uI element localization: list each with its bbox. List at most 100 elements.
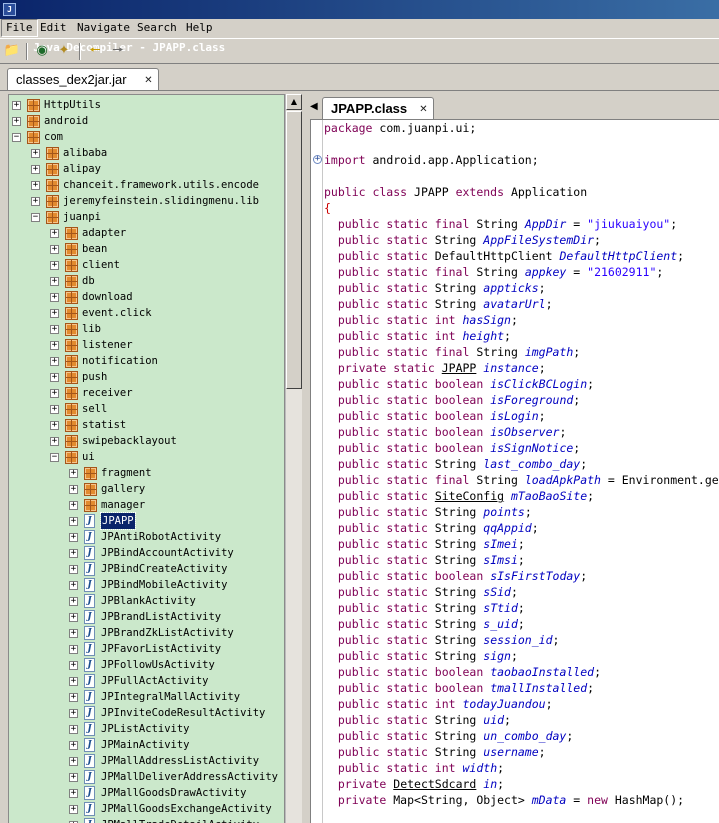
- tree-row[interactable]: + fragment: [9, 465, 284, 481]
- expand-icon[interactable]: +: [12, 117, 21, 126]
- tree-row[interactable]: + bean: [9, 241, 284, 257]
- tree-row[interactable]: + J JPBrandZkListActivity: [9, 625, 284, 641]
- tree-row[interactable]: + J JPBindMobileActivity: [9, 577, 284, 593]
- collapse-icon[interactable]: −: [50, 453, 59, 462]
- tree-row[interactable]: + J JPMallDeliverAddressActivity: [9, 769, 284, 785]
- expand-icon[interactable]: +: [69, 597, 78, 606]
- tree-row[interactable]: + gallery: [9, 481, 284, 497]
- tree-row[interactable]: + lib: [9, 321, 284, 337]
- expand-icon[interactable]: +: [50, 405, 59, 414]
- expand-icon[interactable]: +: [69, 517, 78, 526]
- tab-classes-dex2jar[interactable]: classes_dex2jar.jar ✕: [7, 68, 159, 90]
- expand-icon[interactable]: +: [50, 229, 59, 238]
- expand-icon[interactable]: +: [50, 357, 59, 366]
- expand-icon[interactable]: +: [69, 485, 78, 494]
- tree-row[interactable]: + HttpUtils: [9, 97, 284, 113]
- expand-icon[interactable]: +: [31, 149, 40, 158]
- tree-row[interactable]: − ui: [9, 449, 284, 465]
- expand-icon[interactable]: +: [31, 197, 40, 206]
- open-folder-icon[interactable]: 📁: [3, 43, 21, 59]
- tree-row[interactable]: + android: [9, 113, 284, 129]
- expand-icon[interactable]: +: [31, 181, 40, 190]
- tree-row[interactable]: + J JPBrandListActivity: [9, 609, 284, 625]
- expand-icon[interactable]: +: [50, 277, 59, 286]
- expand-icon[interactable]: +: [69, 645, 78, 654]
- tree-row[interactable]: + jeremyfeinstein.slidingmenu.lib: [9, 193, 284, 209]
- tree-row[interactable]: + manager: [9, 497, 284, 513]
- tree-row[interactable]: + J JPMallAddressListActivity: [9, 753, 284, 769]
- tree-row[interactable]: + J JPMallGoodsExchangeActivity: [9, 801, 284, 817]
- fold-expand-icon[interactable]: +: [313, 155, 322, 164]
- tree-row[interactable]: + statist: [9, 417, 284, 433]
- expand-icon[interactable]: +: [69, 805, 78, 814]
- expand-icon[interactable]: +: [69, 773, 78, 782]
- close-icon[interactable]: ✕: [143, 75, 154, 86]
- back-arrow-icon[interactable]: 🠔: [86, 43, 104, 59]
- expand-icon[interactable]: +: [50, 309, 59, 318]
- tree-row[interactable]: + J JPInviteCodeResultActivity: [9, 705, 284, 721]
- tree-row[interactable]: + notification: [9, 353, 284, 369]
- tree-row[interactable]: + adapter: [9, 225, 284, 241]
- tree-row[interactable]: + J JPBindCreateActivity: [9, 561, 284, 577]
- tree-row[interactable]: − juanpi: [9, 209, 284, 225]
- expand-icon[interactable]: +: [50, 437, 59, 446]
- expand-icon[interactable]: +: [69, 613, 78, 622]
- tree-row[interactable]: + J JPBindAccountActivity: [9, 545, 284, 561]
- expand-icon[interactable]: +: [50, 373, 59, 382]
- expand-icon[interactable]: +: [69, 725, 78, 734]
- expand-icon[interactable]: +: [50, 389, 59, 398]
- tab-jpapp-class[interactable]: JPAPP.class ✕: [322, 97, 434, 119]
- expand-icon[interactable]: +: [69, 693, 78, 702]
- expand-icon[interactable]: +: [50, 261, 59, 270]
- expand-icon[interactable]: +: [69, 501, 78, 510]
- expand-icon[interactable]: +: [50, 421, 59, 430]
- collapse-icon[interactable]: −: [12, 133, 21, 142]
- tree-row[interactable]: + J JPIntegralMallActivity: [9, 689, 284, 705]
- menu-navigate[interactable]: Navigate: [73, 19, 134, 37]
- forward-arrow-icon[interactable]: 🠖: [109, 43, 127, 59]
- expand-icon[interactable]: +: [69, 581, 78, 590]
- expand-icon[interactable]: +: [50, 245, 59, 254]
- tree-row[interactable]: + J JPMallGoodsDrawActivity: [9, 785, 284, 801]
- tree-row[interactable]: + receiver: [9, 385, 284, 401]
- tree-row[interactable]: + alibaba: [9, 145, 284, 161]
- source-code-view[interactable]: + package com.juanpi.ui; import android.…: [310, 119, 719, 823]
- menu-search[interactable]: Search: [133, 19, 181, 37]
- tree-row[interactable]: + J JPFullActActivity: [9, 673, 284, 689]
- expand-icon[interactable]: +: [31, 165, 40, 174]
- open-type-icon[interactable]: ◉: [33, 43, 51, 59]
- expand-icon[interactable]: +: [69, 661, 78, 670]
- tab-list-arrow-icon[interactable]: ◀: [310, 101, 318, 112]
- tree-row[interactable]: + J JPBlankActivity: [9, 593, 284, 609]
- tree-row[interactable]: + alipay: [9, 161, 284, 177]
- expand-icon[interactable]: +: [69, 741, 78, 750]
- expand-icon[interactable]: +: [50, 341, 59, 350]
- expand-icon[interactable]: +: [69, 629, 78, 638]
- scroll-thumb[interactable]: [286, 111, 302, 389]
- expand-icon[interactable]: +: [69, 549, 78, 558]
- tree-row[interactable]: + J JPMainActivity: [9, 737, 284, 753]
- tree-row[interactable]: + J JPListActivity: [9, 721, 284, 737]
- menu-help[interactable]: Help: [182, 19, 217, 37]
- wand-icon[interactable]: ✦: [55, 43, 73, 59]
- tree-row[interactable]: + J JPFavorListActivity: [9, 641, 284, 657]
- tree-row[interactable]: + push: [9, 369, 284, 385]
- expand-icon[interactable]: +: [69, 469, 78, 478]
- expand-icon[interactable]: +: [69, 757, 78, 766]
- scroll-up-icon[interactable]: ▲: [286, 94, 302, 110]
- tree-row[interactable]: + J JPAPP: [9, 512, 284, 530]
- tree-vertical-scrollbar[interactable]: ▲: [285, 94, 302, 823]
- expand-icon[interactable]: +: [69, 709, 78, 718]
- tree-row[interactable]: + client: [9, 257, 284, 273]
- tree-row[interactable]: + sell: [9, 401, 284, 417]
- expand-icon[interactable]: +: [69, 677, 78, 686]
- collapse-icon[interactable]: −: [31, 213, 40, 222]
- tree-row[interactable]: + event.click: [9, 305, 284, 321]
- expand-icon[interactable]: +: [69, 789, 78, 798]
- tree-row[interactable]: + chanceit.framework.utils.encode: [9, 177, 284, 193]
- tree-row[interactable]: + swipebacklayout: [9, 433, 284, 449]
- expand-icon[interactable]: +: [12, 101, 21, 110]
- menu-edit[interactable]: Edit: [36, 19, 71, 37]
- menu-file[interactable]: File: [1, 19, 38, 37]
- expand-icon[interactable]: +: [69, 565, 78, 574]
